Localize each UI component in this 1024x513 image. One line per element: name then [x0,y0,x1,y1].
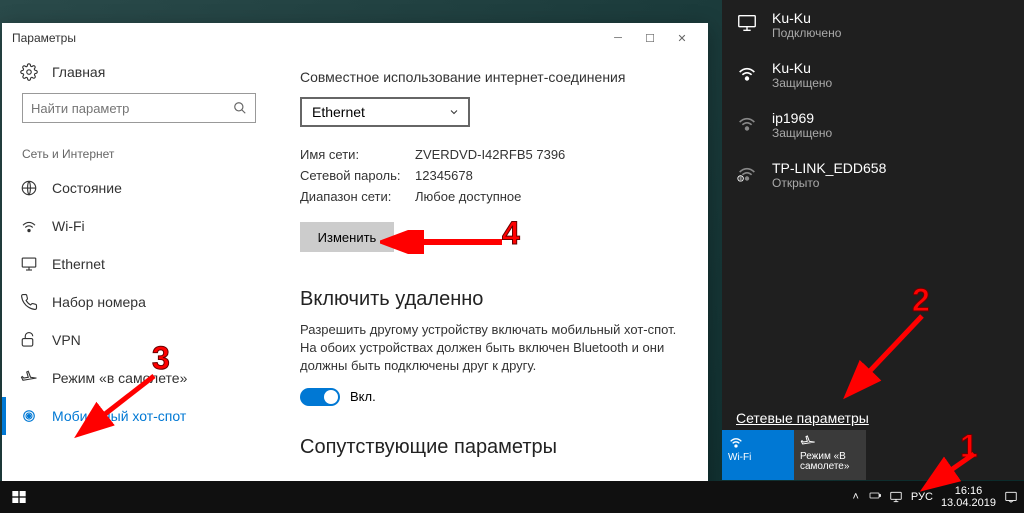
network-item-wifi[interactable]: Ku-KuЗащищено [722,50,1024,100]
time: 16:16 [941,485,996,497]
wifi-icon [728,434,744,450]
nav-vpn[interactable]: VPN [2,321,276,359]
password-value: 12345678 [415,168,473,183]
battery-icon[interactable] [867,490,881,504]
remote-desc: Разрешить другому устройству включать мо… [300,321,684,376]
phone-icon [20,293,38,311]
password-label: Сетевой пароль: [300,168,415,183]
sidebar: Главная Сеть и Интернет Состояние Wi-Fi … [2,53,276,493]
home-label: Главная [52,64,105,80]
vpn-icon [20,331,38,349]
remote-toggle[interactable] [300,388,340,406]
search-box[interactable] [22,93,256,123]
nav-label: Wi-Fi [52,218,85,234]
globe-icon [20,179,38,197]
nav-ethernet[interactable]: Ethernet [2,245,276,283]
network-flyout: Ku-KuПодключено Ku-KuЗащищено ip1969Защи… [722,0,1024,480]
window-title: Параметры [12,31,602,45]
annotation-2: 2 [912,282,930,319]
nav-label: Мобильный хот-спот [52,408,186,424]
network-item-ethernet[interactable]: Ku-KuПодключено [722,0,1024,50]
content-pane: Совместное использование интернет-соедин… [276,53,708,493]
network-item-wifi-open[interactable]: ! TP-LINK_EDD658Открыто [722,150,1024,200]
network-name: ip1969 [772,110,1010,126]
band-label: Диапазон сети: [300,189,415,204]
network-status: Подключено [772,26,1010,40]
search-icon [233,101,247,115]
search-input[interactable] [31,101,233,116]
nav-dialup[interactable]: Набор номера [2,283,276,321]
wifi-icon [20,217,38,235]
nav-label: Ethernet [52,256,105,272]
action-center-icon[interactable] [1004,490,1018,504]
nav-label: Состояние [52,180,122,196]
nav-airplane[interactable]: Режим «в самолете» [2,359,276,397]
date: 13.04.2019 [941,497,996,509]
toggle-label: Вкл. [350,389,376,404]
hotspot-icon [20,407,38,425]
lang-indicator[interactable]: РУС [911,491,933,503]
band-value: Любое доступное [415,189,521,204]
wifi-icon [736,62,758,84]
network-status: Защищено [772,126,1010,140]
nav-label: VPN [52,332,81,348]
network-tray-icon[interactable] [889,490,903,504]
maximize-button[interactable]: ☐ [634,26,666,50]
nav-hotspot[interactable]: Мобильный хот-спот [2,397,276,435]
airplane-icon [800,434,816,450]
name-value: ZVERDVD-I42RFB5 7396 [415,147,565,162]
network-name: Ku-Ku [772,60,1010,76]
network-settings-link[interactable]: Сетевые параметры [736,410,869,426]
related-title: Сопутствующие параметры [300,436,684,459]
titlebar: Параметры ─ ☐ ✕ [2,23,708,53]
start-button[interactable] [2,481,36,513]
tile-label: Wi-Fi [728,452,751,463]
wifi-tile[interactable]: Wi-Fi [722,430,794,480]
taskbar: ˄ РУС 16:16 13.04.2019 [0,481,1024,513]
svg-text:!: ! [740,176,741,181]
nav-label: Набор номера [52,294,146,310]
tray-chevron-icon[interactable]: ˄ [852,491,858,503]
network-name: Ku-Ku [772,10,1010,26]
sharing-title: Совместное использование интернет-соедин… [300,69,684,85]
name-label: Имя сети: [300,147,415,162]
nav-wifi[interactable]: Wi-Fi [2,207,276,245]
network-status: Открыто [772,176,1010,190]
network-status: Защищено [772,76,1010,90]
airplane-icon [20,369,38,387]
annotation-3: 3 [152,340,170,377]
dropdown-value: Ethernet [312,104,365,120]
category-header: Сеть и Интернет [2,129,276,169]
close-button[interactable]: ✕ [666,26,698,50]
sharing-dropdown[interactable]: Ethernet [300,97,470,127]
edit-button[interactable]: Изменить [300,222,394,252]
tile-label: Режим «В самолете» [800,452,860,472]
annotation-1: 1 [960,428,978,465]
clock[interactable]: 16:16 13.04.2019 [941,485,996,509]
chevron-down-icon [448,106,460,118]
network-name: TP-LINK_EDD658 [772,160,1010,176]
minimize-button[interactable]: ─ [602,26,634,50]
network-item-wifi[interactable]: ip1969Защищено [722,100,1024,150]
ethernet-icon [20,255,38,273]
settings-window: Параметры ─ ☐ ✕ Главная Сеть и Интернет [2,23,708,493]
remote-title: Включить удаленно [300,288,684,311]
home-nav[interactable]: Главная [2,53,276,93]
annotation-4: 4 [502,215,520,252]
nav-status[interactable]: Состояние [2,169,276,207]
gear-icon [20,63,38,81]
ethernet-icon [736,12,758,34]
airplane-tile[interactable]: Режим «В самолете» [794,430,866,480]
wifi-open-icon: ! [736,162,758,184]
wifi-icon [736,112,758,134]
